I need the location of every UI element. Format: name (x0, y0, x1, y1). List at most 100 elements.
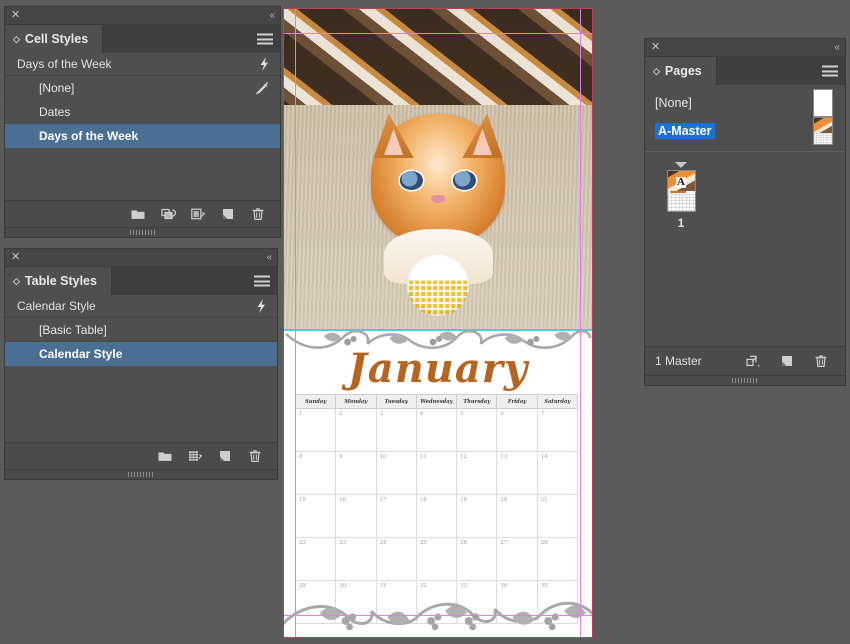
calendar-cell[interactable]: 33 (456, 580, 498, 624)
pages-document-section[interactable]: A 1 (645, 152, 845, 346)
calendar-cell[interactable]: 1 (294, 408, 337, 452)
tab-pages[interactable]: ◇ Pages (645, 57, 717, 85)
master-item-label-editing[interactable]: A-Master (655, 123, 715, 139)
cell-style-item-dates[interactable]: Dates (5, 100, 280, 124)
page-selected-marker-icon (675, 162, 687, 168)
calendar-cell[interactable]: 26 (456, 537, 498, 581)
weekday-header-wednesday: Wednesday (415, 394, 458, 409)
calendar-cell[interactable]: 18 (415, 494, 458, 538)
calendar-cell[interactable]: 27 (496, 537, 538, 581)
document-canvas[interactable]: January Sunday Monday Tuesday Wednesday … (283, 8, 593, 638)
calendar-week-row[interactable]: 15 16 17 18 19 20 21 (294, 494, 579, 538)
cell-styles-resize-grip[interactable] (5, 227, 280, 237)
calendar-cell[interactable]: 12 (456, 451, 498, 495)
thumb-grid (814, 133, 832, 144)
calendar-cell[interactable]: 14 (536, 451, 579, 495)
lightning-bolt-icon[interactable] (256, 56, 272, 72)
calendar-cell[interactable]: 8 (294, 451, 337, 495)
calendar-body[interactable]: 1 2 3 4 5 6 7 8 9 10 11 12 13 14 15 16 1… (294, 408, 579, 624)
table-styles-resize-grip[interactable] (5, 469, 277, 479)
tab-table-styles-label: Table Styles (24, 274, 97, 288)
no-style-brush-icon[interactable] (254, 80, 270, 96)
calendar-week-row[interactable]: 8 9 10 11 12 13 14 (294, 451, 579, 495)
edit-page-size-icon[interactable] (745, 353, 761, 369)
pages-resize-grip[interactable] (645, 375, 845, 385)
table-style-item-label: Calendar Style (39, 346, 123, 361)
calendar-cell[interactable]: 7 (536, 408, 579, 452)
calendar-cell[interactable]: 4 (415, 408, 458, 452)
tab-pages-label: Pages (664, 64, 702, 78)
pages-panel: ✕ « ◇ Pages [None] A-Master A 1 1 Master (644, 38, 846, 386)
kitten-photo[interactable] (284, 9, 592, 329)
create-new-style-icon[interactable] (217, 448, 233, 464)
new-style-group-folder-icon[interactable] (157, 448, 173, 464)
calendar-cell[interactable]: 24 (375, 537, 417, 581)
new-style-group-folder-icon[interactable] (130, 206, 146, 222)
delete-style-icon[interactable] (250, 206, 266, 222)
calendar-week-row[interactable]: 29 30 31 32 33 34 35 (294, 580, 579, 624)
calendar-cell[interactable]: 9 (335, 451, 377, 495)
page-thumbnail[interactable]: A (666, 170, 696, 212)
panel-menu-icon[interactable] (254, 275, 270, 287)
calendar-cell[interactable]: 10 (375, 451, 417, 495)
calendar-cell[interactable]: 23 (335, 537, 377, 581)
calendar-cell[interactable]: 34 (496, 580, 538, 624)
tab-diamond-icon: ◇ (13, 275, 20, 286)
master-item-a-master[interactable]: A-Master (645, 117, 845, 145)
calendar-cell[interactable]: 11 (415, 451, 458, 495)
collapse-panel-icon[interactable]: « (269, 10, 274, 21)
clear-table-overrides-icon[interactable] (187, 448, 203, 464)
calendar-cell[interactable]: 30 (335, 580, 377, 624)
calendar-cell[interactable]: 22 (294, 537, 337, 581)
lightning-bolt-icon[interactable] (253, 298, 269, 314)
calendar-cell[interactable]: 28 (536, 537, 579, 581)
calendar-cell[interactable]: 3 (375, 408, 417, 452)
delete-page-icon[interactable] (813, 353, 829, 369)
calendar-cell[interactable]: 20 (496, 494, 538, 538)
calendar-week-row[interactable]: 1 2 3 4 5 6 7 (294, 408, 579, 452)
calendar-cell[interactable]: 16 (335, 494, 377, 538)
calendar-cell[interactable]: 29 (294, 580, 337, 624)
table-style-item-calendar-style[interactable]: Calendar Style (5, 342, 277, 366)
calendar-cell[interactable]: 32 (415, 580, 458, 624)
break-link-to-style-icon[interactable] (190, 206, 206, 222)
panel-menu-icon[interactable] (822, 65, 838, 77)
calendar-table[interactable]: Sunday Monday Tuesday Wednesday Thursday… (294, 394, 579, 624)
close-icon[interactable]: ✕ (651, 42, 660, 53)
collapse-panel-icon[interactable]: « (266, 252, 271, 263)
calendar-cell[interactable]: 13 (496, 451, 538, 495)
calendar-cell[interactable]: 15 (294, 494, 337, 538)
table-style-item-basic-table[interactable]: [Basic Table] (5, 318, 277, 342)
create-new-style-icon[interactable] (220, 206, 236, 222)
calendar-cell[interactable]: 19 (456, 494, 498, 538)
close-icon[interactable]: ✕ (11, 10, 20, 21)
calendar-cell[interactable]: 17 (375, 494, 417, 538)
cell-style-item-none[interactable]: [None] (5, 76, 280, 100)
tab-cell-styles[interactable]: ◇ Cell Styles (5, 25, 104, 53)
table-styles-list[interactable]: [Basic Table] Calendar Style (5, 318, 277, 442)
calendar-cell[interactable]: 6 (496, 408, 538, 452)
calendar-cell[interactable]: 35 (536, 580, 579, 624)
cell-styles-list[interactable]: [None] Dates Days of the Week (5, 76, 280, 200)
delete-style-icon[interactable] (247, 448, 263, 464)
kitten-nose (431, 194, 445, 203)
tab-table-styles[interactable]: ◇ Table Styles (5, 267, 112, 295)
calendar-cell[interactable]: 25 (415, 537, 458, 581)
clear-overrides-icon[interactable] (160, 206, 176, 222)
master-item-none[interactable]: [None] (645, 89, 845, 117)
create-new-page-icon[interactable] (779, 353, 795, 369)
master-thumbnail-calendar[interactable] (813, 117, 833, 145)
month-title[interactable]: January (284, 345, 592, 392)
master-thumbnail-blank[interactable] (813, 89, 833, 117)
calendar-cell[interactable]: 31 (375, 580, 417, 624)
calendar-cell[interactable]: 21 (536, 494, 579, 538)
cell-style-item-days-of-the-week[interactable]: Days of the Week (5, 124, 280, 148)
collapse-panel-icon[interactable]: « (834, 42, 839, 53)
calendar-cell[interactable]: 5 (456, 408, 498, 452)
panel-menu-icon[interactable] (257, 33, 273, 45)
page-item-1[interactable]: A 1 (659, 162, 703, 230)
table-styles-footer (5, 442, 277, 469)
close-icon[interactable]: ✕ (11, 252, 20, 263)
calendar-cell[interactable]: 2 (335, 408, 377, 452)
calendar-week-row[interactable]: 22 23 24 25 26 27 28 (294, 537, 579, 581)
